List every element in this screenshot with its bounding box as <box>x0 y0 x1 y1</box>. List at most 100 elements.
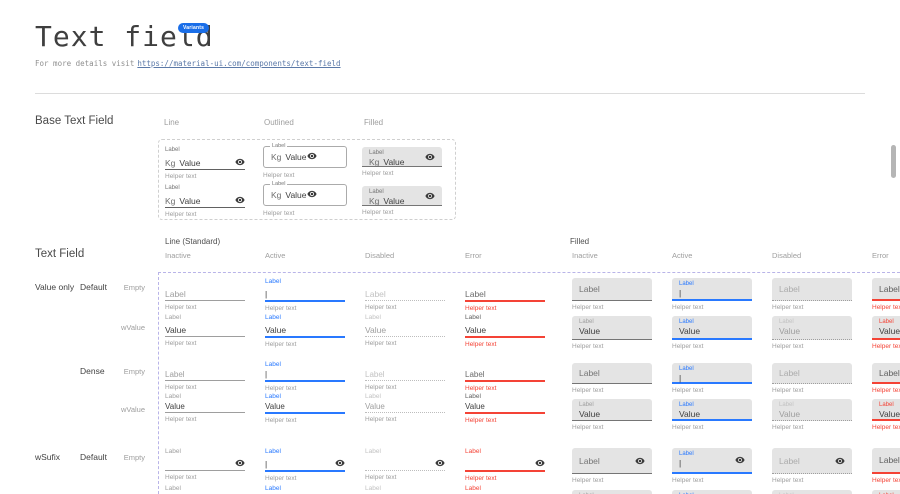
text-field-line-error-empty[interactable]: LabelHelper text <box>465 277 545 312</box>
text-field-filled-active-value[interactable]: LabelValueHelper text <box>672 490 752 494</box>
eye-icon <box>307 189 317 199</box>
text-field-filled-active-value[interactable]: LabelValueHelper text <box>672 399 752 431</box>
text-field-line-active-empty[interactable]: Label|Helper text <box>265 277 345 312</box>
helper-text: Helper text <box>772 304 852 311</box>
text-field-filled-error-value[interactable]: LabelValueHelper text <box>872 399 900 431</box>
docs-link[interactable]: https://material-ui.com/components/text-… <box>137 59 340 68</box>
text-field-line-inactive-value[interactable]: LabelKgValueHelper text <box>165 184 245 218</box>
input-line: Label <box>365 287 445 301</box>
eye-icon[interactable] <box>535 458 545 468</box>
field-value: Value <box>879 326 900 336</box>
text-field-filled-inactive-empty[interactable]: LabelHelper text <box>572 448 652 484</box>
text-field-line-error-empty[interactable]: LabelHelper text <box>465 447 545 482</box>
text-field-filled-inactive-value[interactable]: LabelValueHelper text <box>572 490 652 494</box>
text-field-filled-inactive-empty[interactable]: Label Helper text <box>572 363 652 394</box>
text-field-line-active-empty[interactable]: Label|Helper text <box>265 447 345 482</box>
text-field-line-error-value[interactable]: LabelValueHelper text <box>465 393 545 424</box>
matrix-frame-left-border <box>158 272 159 494</box>
helper-text: Helper text <box>872 304 900 311</box>
text-field-line-active-empty[interactable]: Label|Helper text <box>265 361 345 392</box>
eye-icon[interactable] <box>735 455 745 465</box>
text-field-line-active-value[interactable]: LabelValueHelper text <box>265 393 345 424</box>
eye-icon <box>425 152 435 162</box>
text-field-line-error-value[interactable]: LabelValueHelper text <box>465 484 545 494</box>
eye-icon[interactable] <box>307 189 317 201</box>
text-field-outlined-base[interactable]: LabelKgValueHelper text <box>263 146 347 179</box>
eye-icon[interactable] <box>335 458 345 468</box>
text-field-filled-active-empty[interactable]: Label|Helper text <box>672 448 752 484</box>
eye-icon <box>235 195 245 205</box>
text-cursor: | <box>679 288 745 298</box>
text-field-filled-disabled-empty[interactable]: LabelHelper text <box>772 363 852 394</box>
eye-icon[interactable] <box>835 456 845 466</box>
outlined-input-box: LabelKgValue <box>263 146 347 168</box>
text-field-line-error-value[interactable]: LabelValueHelper text <box>465 313 545 348</box>
field-label: Label <box>779 284 845 294</box>
text-field-line-active-value[interactable]: LabelValueHelper text <box>265 313 345 348</box>
eye-icon[interactable] <box>635 456 645 466</box>
floating-label: Label <box>365 393 445 401</box>
vertical-scrollbar-thumb[interactable] <box>891 145 896 178</box>
text-field-line-disabled-value[interactable]: LabelValueHelper text <box>365 393 445 423</box>
helper-text: Helper text <box>465 341 545 348</box>
outlined-input-box: LabelKgValue <box>263 184 347 206</box>
text-field-line-inactive-empty[interactable]: LabelHelper text <box>165 447 245 481</box>
text-field-line-disabled-empty[interactable]: LabelHelper text <box>365 277 445 311</box>
field-value: Value <box>165 325 186 335</box>
text-field-line-inactive-value[interactable]: LabelValueHelper text <box>165 313 245 347</box>
text-field-filled-inactive-value[interactable]: LabelKgValueHelper text <box>362 147 442 177</box>
text-field-filled-disabled-value[interactable]: LabelValueHelper text <box>772 399 852 431</box>
text-field-filled-inactive-value[interactable]: LabelKgValueHelper text <box>362 186 442 216</box>
helper-text: Helper text <box>465 385 545 392</box>
prefix-text: Kg <box>369 157 379 167</box>
field-value: Value <box>179 158 200 168</box>
text-field-filled-error-value[interactable]: LabelValueHelper text <box>872 316 900 350</box>
floating-label: Label <box>879 402 900 409</box>
eye-icon[interactable] <box>435 458 445 468</box>
text-field-filled-inactive-empty[interactable]: LabelHelper text <box>572 278 652 311</box>
input-line: | <box>265 369 345 382</box>
text-field-line-disabled-value[interactable]: LabelValueHelper text <box>365 313 445 347</box>
text-field-line-inactive-value[interactable]: LabelValueHelper text <box>165 484 245 494</box>
text-field-filled-disabled-value[interactable]: LabelValueHelper text <box>772 490 852 494</box>
text-field-line-inactive-empty[interactable]: LabelHelper text <box>165 361 245 391</box>
text-cursor: | <box>265 370 267 379</box>
text-field-outlined-base[interactable]: LabelKgValueHelper text <box>263 184 347 217</box>
text-field-filled-disabled-value[interactable]: LabelValueHelper text <box>772 316 852 350</box>
text-field-filled-inactive-value[interactable]: LabelValueHelper text <box>572 316 652 350</box>
text-field-filled-active-empty[interactable]: Label|Helper text <box>672 363 752 394</box>
text-field-line-inactive-value[interactable]: LabelValueHelper text <box>165 393 245 423</box>
text-field-filled-inactive-value[interactable]: LabelValueHelper text <box>572 399 652 431</box>
text-field-filled-disabled-empty[interactable]: LabelHelper text <box>772 448 852 484</box>
eye-icon[interactable] <box>425 152 435 162</box>
eye-icon[interactable] <box>235 458 245 468</box>
floating-label: Label <box>365 313 445 323</box>
text-field-line-disabled-empty[interactable]: LabelHelper text <box>365 361 445 391</box>
floating-label: Label <box>165 484 245 494</box>
helper-text: Helper text <box>165 416 245 423</box>
text-field-filled-disabled-empty[interactable]: Label Helper text <box>772 278 852 311</box>
filled-input-box: Label <box>572 363 652 384</box>
eye-icon[interactable] <box>235 157 245 167</box>
text-field-line-inactive-empty[interactable]: LabelHelper text <box>165 277 245 311</box>
text-field-line-inactive-value[interactable]: LabelKgValueHelper text <box>165 146 245 180</box>
text-field-filled-active-value[interactable]: LabelValueHelper text <box>672 316 752 350</box>
eye-icon[interactable] <box>425 191 435 201</box>
eye-icon[interactable] <box>235 195 245 205</box>
field-label: Label <box>879 368 900 378</box>
text-field-line-disabled-value[interactable]: LabelValueHelper text <box>365 484 445 494</box>
filled-input-box: Label <box>772 363 852 384</box>
text-field-filled-error-empty[interactable]: LabelHelper text <box>872 363 900 394</box>
field-value: Value <box>285 190 306 200</box>
text-field-filled-error-empty[interactable]: LabelHelper text <box>872 448 900 484</box>
text-field-line-disabled-empty[interactable]: LabelHelper text <box>365 447 445 481</box>
filled-input-box: Label <box>872 363 900 384</box>
helper-text: Helper text <box>572 387 652 394</box>
text-field-line-active-value[interactable]: LabelValueHelper text <box>265 484 345 494</box>
text-field-filled-error-value[interactable]: LabelValueHelper text <box>872 490 900 494</box>
text-field-filled-active-empty[interactable]: Label|Helper text <box>672 278 752 311</box>
text-field-line-error-empty[interactable]: LabelHelper text <box>465 361 545 392</box>
eye-icon[interactable] <box>307 151 317 163</box>
text-field-filled-error-empty[interactable]: LabelHelper text <box>872 278 900 311</box>
group-header-filled: Filled <box>570 237 589 246</box>
